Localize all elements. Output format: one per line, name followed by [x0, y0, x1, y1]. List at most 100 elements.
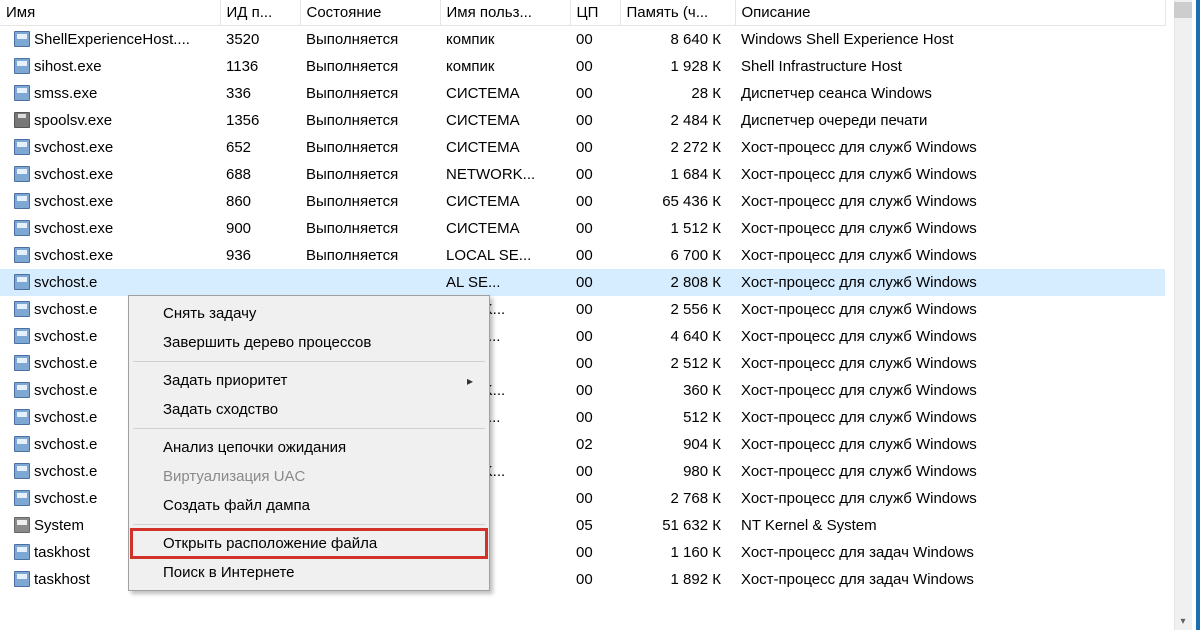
process-desc: Хост-процесс для служб Windows [735, 458, 1165, 485]
process-cpu: 00 [570, 53, 620, 80]
table-row[interactable]: svchost.exe 860ВыполняетсяСИСТЕМА0065 436… [0, 188, 1165, 215]
process-state [300, 269, 440, 296]
process-name: System [34, 517, 84, 534]
process-cpu: 00 [570, 188, 620, 215]
process-name: spoolsv.exe [34, 112, 112, 129]
process-name: svchost.e [34, 436, 97, 453]
process-desc: Хост-процесс для задач Windows [735, 566, 1165, 593]
process-cpu: 00 [570, 350, 620, 377]
table-row[interactable]: sihost.exe1136Выполняетсякомпик001 928 К… [0, 53, 1165, 80]
task-manager-details: Имя ⌃ ИД п... Состояние Имя польз... ЦП … [0, 0, 1200, 630]
process-cpu: 00 [570, 485, 620, 512]
process-memory: 512 К [620, 404, 735, 431]
process-state: Выполняется [300, 188, 440, 215]
process-icon [14, 328, 30, 344]
process-user: AL SE... [440, 269, 570, 296]
scroll-thumb[interactable] [1174, 2, 1192, 18]
process-desc: Хост-процесс для служб Windows [735, 431, 1165, 458]
process-name: svchost.exe [34, 193, 113, 210]
menu-separator [133, 428, 485, 429]
process-desc: Хост-процесс для служб Windows [735, 188, 1165, 215]
process-desc: Хост-процесс для служб Windows [735, 350, 1165, 377]
process-desc: Хост-процесс для служб Windows [735, 404, 1165, 431]
process-icon [14, 463, 30, 479]
process-pid: 936 [220, 242, 300, 269]
table-row[interactable]: ShellExperienceHost....3520Выполняетсяко… [0, 26, 1165, 53]
process-memory: 6 700 К [620, 242, 735, 269]
process-desc: Хост-процесс для служб Windows [735, 215, 1165, 242]
table-row[interactable]: spoolsv.exe1356ВыполняетсяСИСТЕМА002 484… [0, 107, 1165, 134]
header-cpu[interactable]: ЦП [570, 0, 620, 26]
menu-end-tree[interactable]: Завершить дерево процессов [131, 328, 487, 357]
table-row[interactable]: svchost.exe688ВыполняетсяNETWORK...001 6… [0, 161, 1165, 188]
process-name: svchost.e [34, 463, 97, 480]
process-cpu: 00 [570, 566, 620, 593]
process-name: smss.exe [34, 85, 97, 102]
table-row[interactable]: svchost.eAL SE...002 808 КХост-процесс д… [0, 269, 1165, 296]
process-icon [14, 544, 30, 560]
process-memory: 2 768 К [620, 485, 735, 512]
header-desc[interactable]: Описание [735, 0, 1165, 26]
process-cpu: 00 [570, 215, 620, 242]
table-row[interactable]: svchost.exe900ВыполняетсяСИСТЕМА001 512 … [0, 215, 1165, 242]
header-user[interactable]: Имя польз... [440, 0, 570, 26]
process-memory: 2 808 К [620, 269, 735, 296]
process-state: Выполняется [300, 134, 440, 161]
process-desc: Хост-процесс для служб Windows [735, 269, 1165, 296]
process-desc: NT Kernel & System [735, 512, 1165, 539]
menu-separator [133, 524, 485, 525]
process-memory: 1 928 К [620, 53, 735, 80]
menu-end-task[interactable]: Снять задачу [131, 299, 487, 328]
process-icon [14, 274, 30, 290]
menu-uac-virtualization: Виртуализация UAC [131, 462, 487, 491]
process-desc: Shell Infrastructure Host [735, 53, 1165, 80]
process-desc: Хост-процесс для служб Windows [735, 161, 1165, 188]
process-state: Выполняется [300, 53, 440, 80]
header-name[interactable]: Имя ⌃ [0, 0, 220, 26]
table-row[interactable]: svchost.exe936ВыполняетсяLOCAL SE...006 … [0, 242, 1165, 269]
process-memory: 1 684 К [620, 161, 735, 188]
process-desc: Хост-процесс для служб Windows [735, 377, 1165, 404]
scroll-down-icon[interactable]: ▾ [1174, 612, 1192, 630]
process-cpu: 00 [570, 377, 620, 404]
process-user: компик [440, 26, 570, 53]
menu-set-priority[interactable]: Задать приоритет ▸ [131, 366, 487, 395]
menu-set-affinity[interactable]: Задать сходство [131, 395, 487, 424]
table-row[interactable]: smss.exe336ВыполняетсяСИСТЕМА0028 КДиспе… [0, 80, 1165, 107]
process-user: NETWORK... [440, 161, 570, 188]
process-icon [14, 382, 30, 398]
process-cpu: 00 [570, 107, 620, 134]
vertical-scrollbar[interactable] [1174, 0, 1192, 630]
header-pid[interactable]: ИД п... [220, 0, 300, 26]
process-memory: 65 436 К [620, 188, 735, 215]
process-memory: 904 К [620, 431, 735, 458]
menu-search-online[interactable]: Поиск в Интернете [131, 558, 487, 587]
process-name: taskhost [34, 544, 90, 561]
process-name: svchost.e [34, 301, 97, 318]
process-desc: Хост-процесс для служб Windows [735, 485, 1165, 512]
header-mem[interactable]: Память (ч... [620, 0, 735, 26]
menu-create-dump[interactable]: Создать файл дампа [131, 491, 487, 520]
process-pid: 336 [220, 80, 300, 107]
process-icon [14, 571, 30, 587]
process-cpu: 00 [570, 404, 620, 431]
process-icon [14, 166, 30, 182]
process-memory: 8 640 К [620, 26, 735, 53]
process-pid: 860 [220, 188, 300, 215]
header-state[interactable]: Состояние [300, 0, 440, 26]
process-state: Выполняется [300, 215, 440, 242]
process-icon [14, 58, 30, 74]
process-memory: 1 160 К [620, 539, 735, 566]
column-headers[interactable]: Имя ⌃ ИД п... Состояние Имя польз... ЦП … [0, 0, 1165, 26]
process-name: taskhost [34, 571, 90, 588]
process-name: ShellExperienceHost.... [34, 31, 190, 48]
table-row[interactable]: svchost.exe652ВыполняетсяСИСТЕМА002 272 … [0, 134, 1165, 161]
process-name: svchost.e [34, 409, 97, 426]
menu-separator [133, 361, 485, 362]
menu-analyze-wait[interactable]: Анализ цепочки ожидания [131, 433, 487, 462]
process-user: СИСТЕМА [440, 188, 570, 215]
process-cpu: 00 [570, 296, 620, 323]
process-user: СИСТЕМА [440, 134, 570, 161]
menu-open-file-location[interactable]: Открыть расположение файла [131, 529, 487, 558]
process-memory: 360 К [620, 377, 735, 404]
